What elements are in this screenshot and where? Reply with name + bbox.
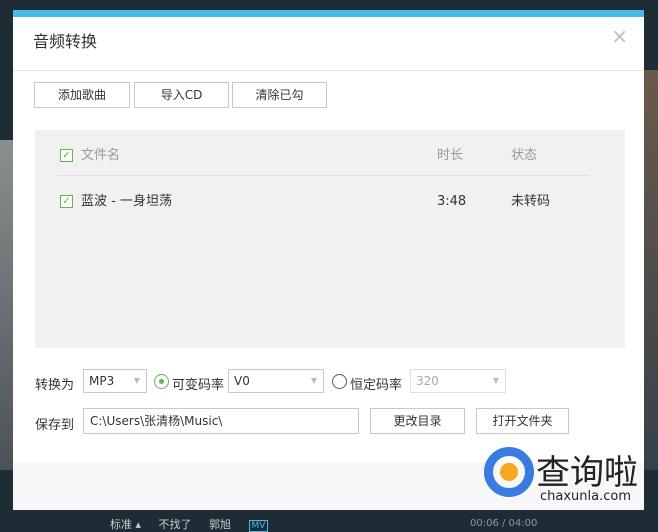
file-table: ✓ 文件名 时长 状态 ✓ 蓝波 - 一身坦荡 3:48 未转码 [35,130,625,348]
open-folder-button[interactable]: 打开文件夹 [476,408,569,434]
table-header: ✓ 文件名 时长 状态 [57,136,589,176]
cbr-label: 恒定码率 [350,378,403,393]
format-value: MP3 [89,374,115,388]
quality-button[interactable]: 标准 ▴ [110,518,141,531]
clear-checked-button[interactable]: 清除已勾 [232,82,327,108]
row-status: 未转码 [511,194,551,209]
divider [13,70,644,71]
convert-to-label: 转换为 [35,378,75,393]
vbr-value: V0 [234,374,250,388]
import-cd-button[interactable]: 导入CD [134,82,229,108]
select-all-checkbox[interactable]: ✓ [60,149,73,162]
playback-time: 00:06 / 04:00 [470,518,538,529]
row-duration: 3:48 [437,194,467,209]
cbr-value: 320 [416,374,439,388]
chevron-down-icon: ▼ [133,376,140,385]
format-select[interactable]: MP3 ▼ [83,369,147,393]
logo-dot [500,463,518,481]
dialog-top-bar [13,10,644,17]
watermark-title: 查询啦 [536,453,638,493]
header-duration: 时长 [437,148,464,163]
background-panel [644,70,658,470]
artist-name[interactable]: 郭旭 [209,518,231,531]
header-filename: 文件名 [81,148,121,163]
change-directory-button[interactable]: 更改目录 [370,408,465,434]
cbr-select[interactable]: 320 ▼ [410,369,506,393]
audio-convert-dialog: 音频转换 × 添加歌曲 导入CD 清除已勾 ✓ 文件名 时长 状态 ✓ 蓝波 -… [13,10,644,510]
vbr-radio[interactable] [154,374,169,389]
close-icon[interactable]: × [611,24,628,48]
player-bar: 标准 ▴ 不找了 郭旭 MV [110,516,282,532]
save-path-input[interactable]: C:\Users\张清杨\Music\ [83,408,359,434]
watermark-url: chaxunla.com [540,489,631,504]
header-status: 状态 [511,148,538,163]
mv-badge[interactable]: MV [248,520,269,532]
row-filename: 蓝波 - 一身坦荡 [81,194,172,209]
vbr-label: 可变码率 [172,378,225,393]
chevron-down-icon: ▼ [492,376,499,385]
chevron-down-icon: ▼ [310,376,317,385]
song-title: 不找了 [158,518,192,531]
save-to-label: 保存到 [35,418,75,433]
dialog-title: 音频转换 [33,32,98,51]
watermark-logo: 查询啦 chaxunla.com [484,445,644,505]
cbr-radio[interactable] [332,374,347,389]
table-row[interactable]: ✓ 蓝波 - 一身坦荡 3:48 未转码 [57,182,589,222]
vbr-select[interactable]: V0 ▼ [228,369,324,393]
row-checkbox[interactable]: ✓ [60,195,73,208]
add-song-button[interactable]: 添加歌曲 [34,82,130,108]
background-album-art [0,140,14,470]
